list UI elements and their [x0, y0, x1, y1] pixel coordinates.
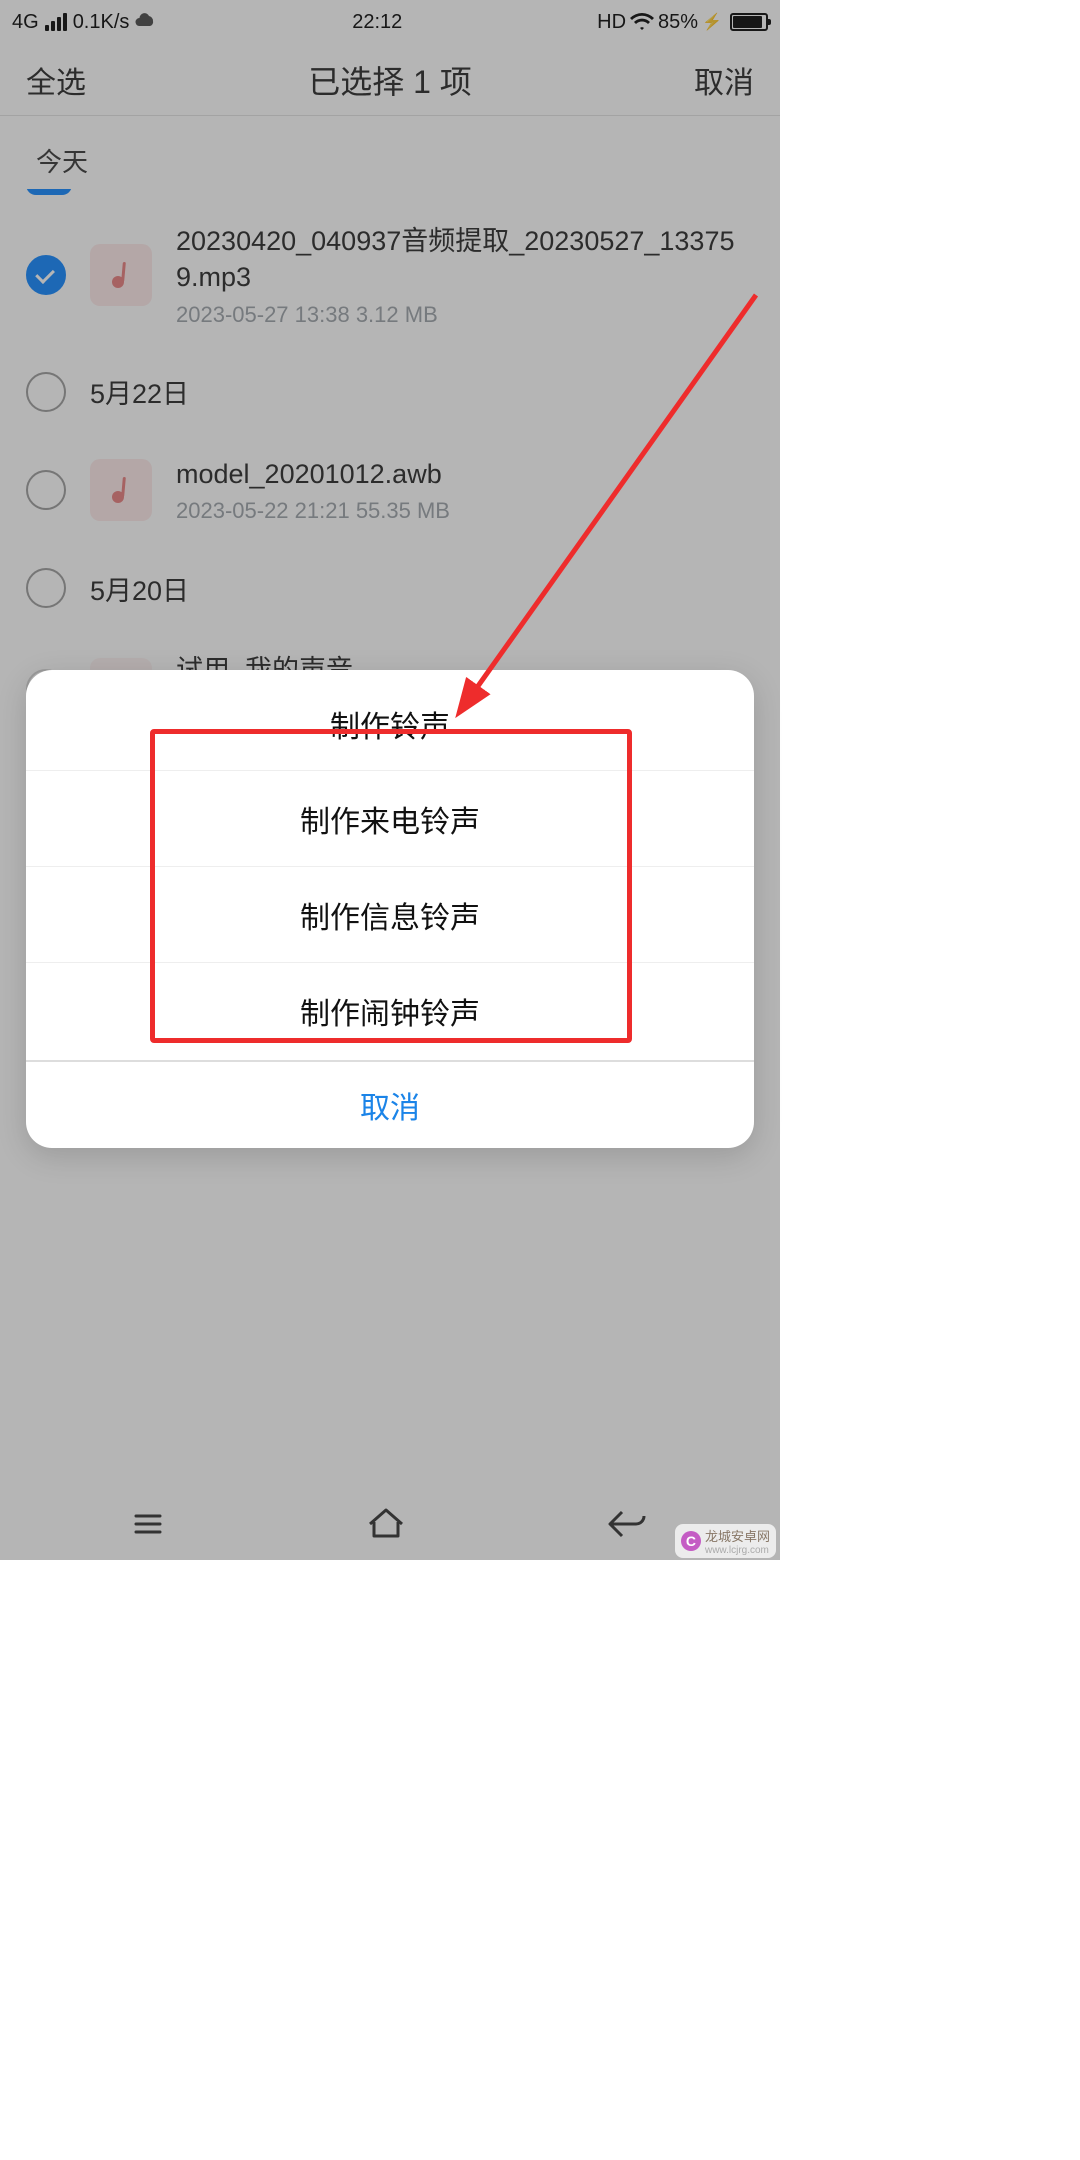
home-icon[interactable] — [366, 1504, 406, 1544]
dialog-title: 制作铃声 — [26, 694, 754, 770]
option-make-call-ringtone[interactable]: 制作来电铃声 — [26, 770, 754, 866]
site-watermark: C 龙城安卓网 www.lcjrg.com — [675, 1524, 776, 1558]
recent-apps-icon[interactable] — [130, 1506, 166, 1542]
option-make-message-ringtone[interactable]: 制作信息铃声 — [26, 866, 754, 962]
watermark-logo-icon: C — [681, 1531, 701, 1551]
option-make-alarm-ringtone[interactable]: 制作闹钟铃声 — [26, 962, 754, 1058]
watermark-url: www.lcjrg.com — [705, 1545, 770, 1556]
watermark-name: 龙城安卓网 — [705, 1529, 770, 1544]
dialog-cancel-button[interactable]: 取消 — [26, 1060, 754, 1148]
system-navbar — [0, 1494, 780, 1560]
back-icon[interactable] — [606, 1506, 650, 1542]
ringtone-dialog: 制作铃声 制作来电铃声 制作信息铃声 制作闹钟铃声 取消 — [26, 670, 754, 1148]
